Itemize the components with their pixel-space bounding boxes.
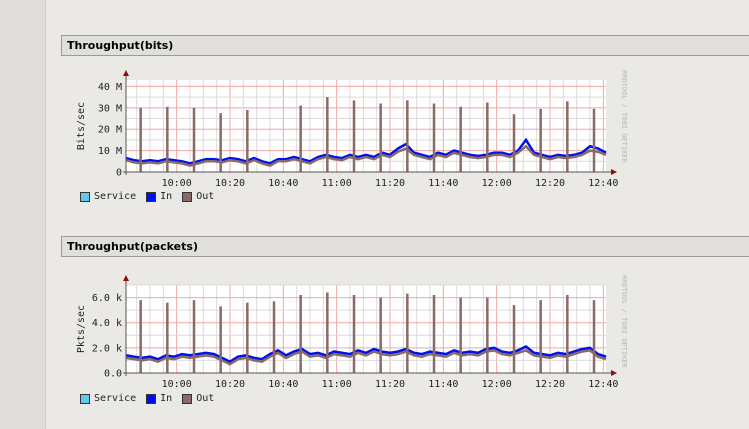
x-tick-label: 12:00: [482, 379, 512, 390]
legend-service: Service: [80, 393, 136, 404]
y-axis-arrow-icon: [123, 275, 129, 281]
legend-label: Service: [94, 393, 137, 404]
x-tick-label: 10:20: [215, 379, 245, 390]
x-tick-label: 10:00: [162, 379, 192, 390]
packets-legend: Service In Out: [80, 393, 214, 404]
x-tick-label: 11:40: [428, 379, 458, 390]
packets-chart: 0.0 2.0 k 4.0 k 6.0 k 10:00 10:20 10:40 11:00 11…: [76, 275, 628, 390]
in-swatch-icon: [146, 393, 157, 404]
plot-background: [126, 285, 606, 373]
x-axis-arrow-icon: [611, 370, 617, 376]
x-tick-label: 11:00: [322, 379, 352, 390]
service-swatch-icon: [80, 393, 90, 404]
y-tick-label: 0.0: [104, 369, 122, 380]
x-tick-label: 12:40: [588, 379, 618, 390]
watermark: RRDTOOL / TOBI OETIKER: [620, 275, 628, 369]
legend-label: Out: [196, 393, 215, 404]
legend-label: In: [160, 393, 173, 404]
out-swatch-icon: [182, 393, 193, 404]
x-tick-label: 12:20: [535, 379, 565, 390]
x-tick-label: 11:20: [375, 379, 405, 390]
y-tick-label: 4.0 k: [92, 318, 122, 329]
y-axis-label: Pkts/sec: [76, 305, 87, 353]
legend-out: Out: [182, 393, 214, 404]
legend-in: In: [146, 393, 172, 404]
x-tick-label: 10:40: [268, 379, 298, 390]
y-tick-label: 2.0 k: [92, 343, 122, 354]
y-tick-label: 6.0 k: [92, 293, 122, 304]
